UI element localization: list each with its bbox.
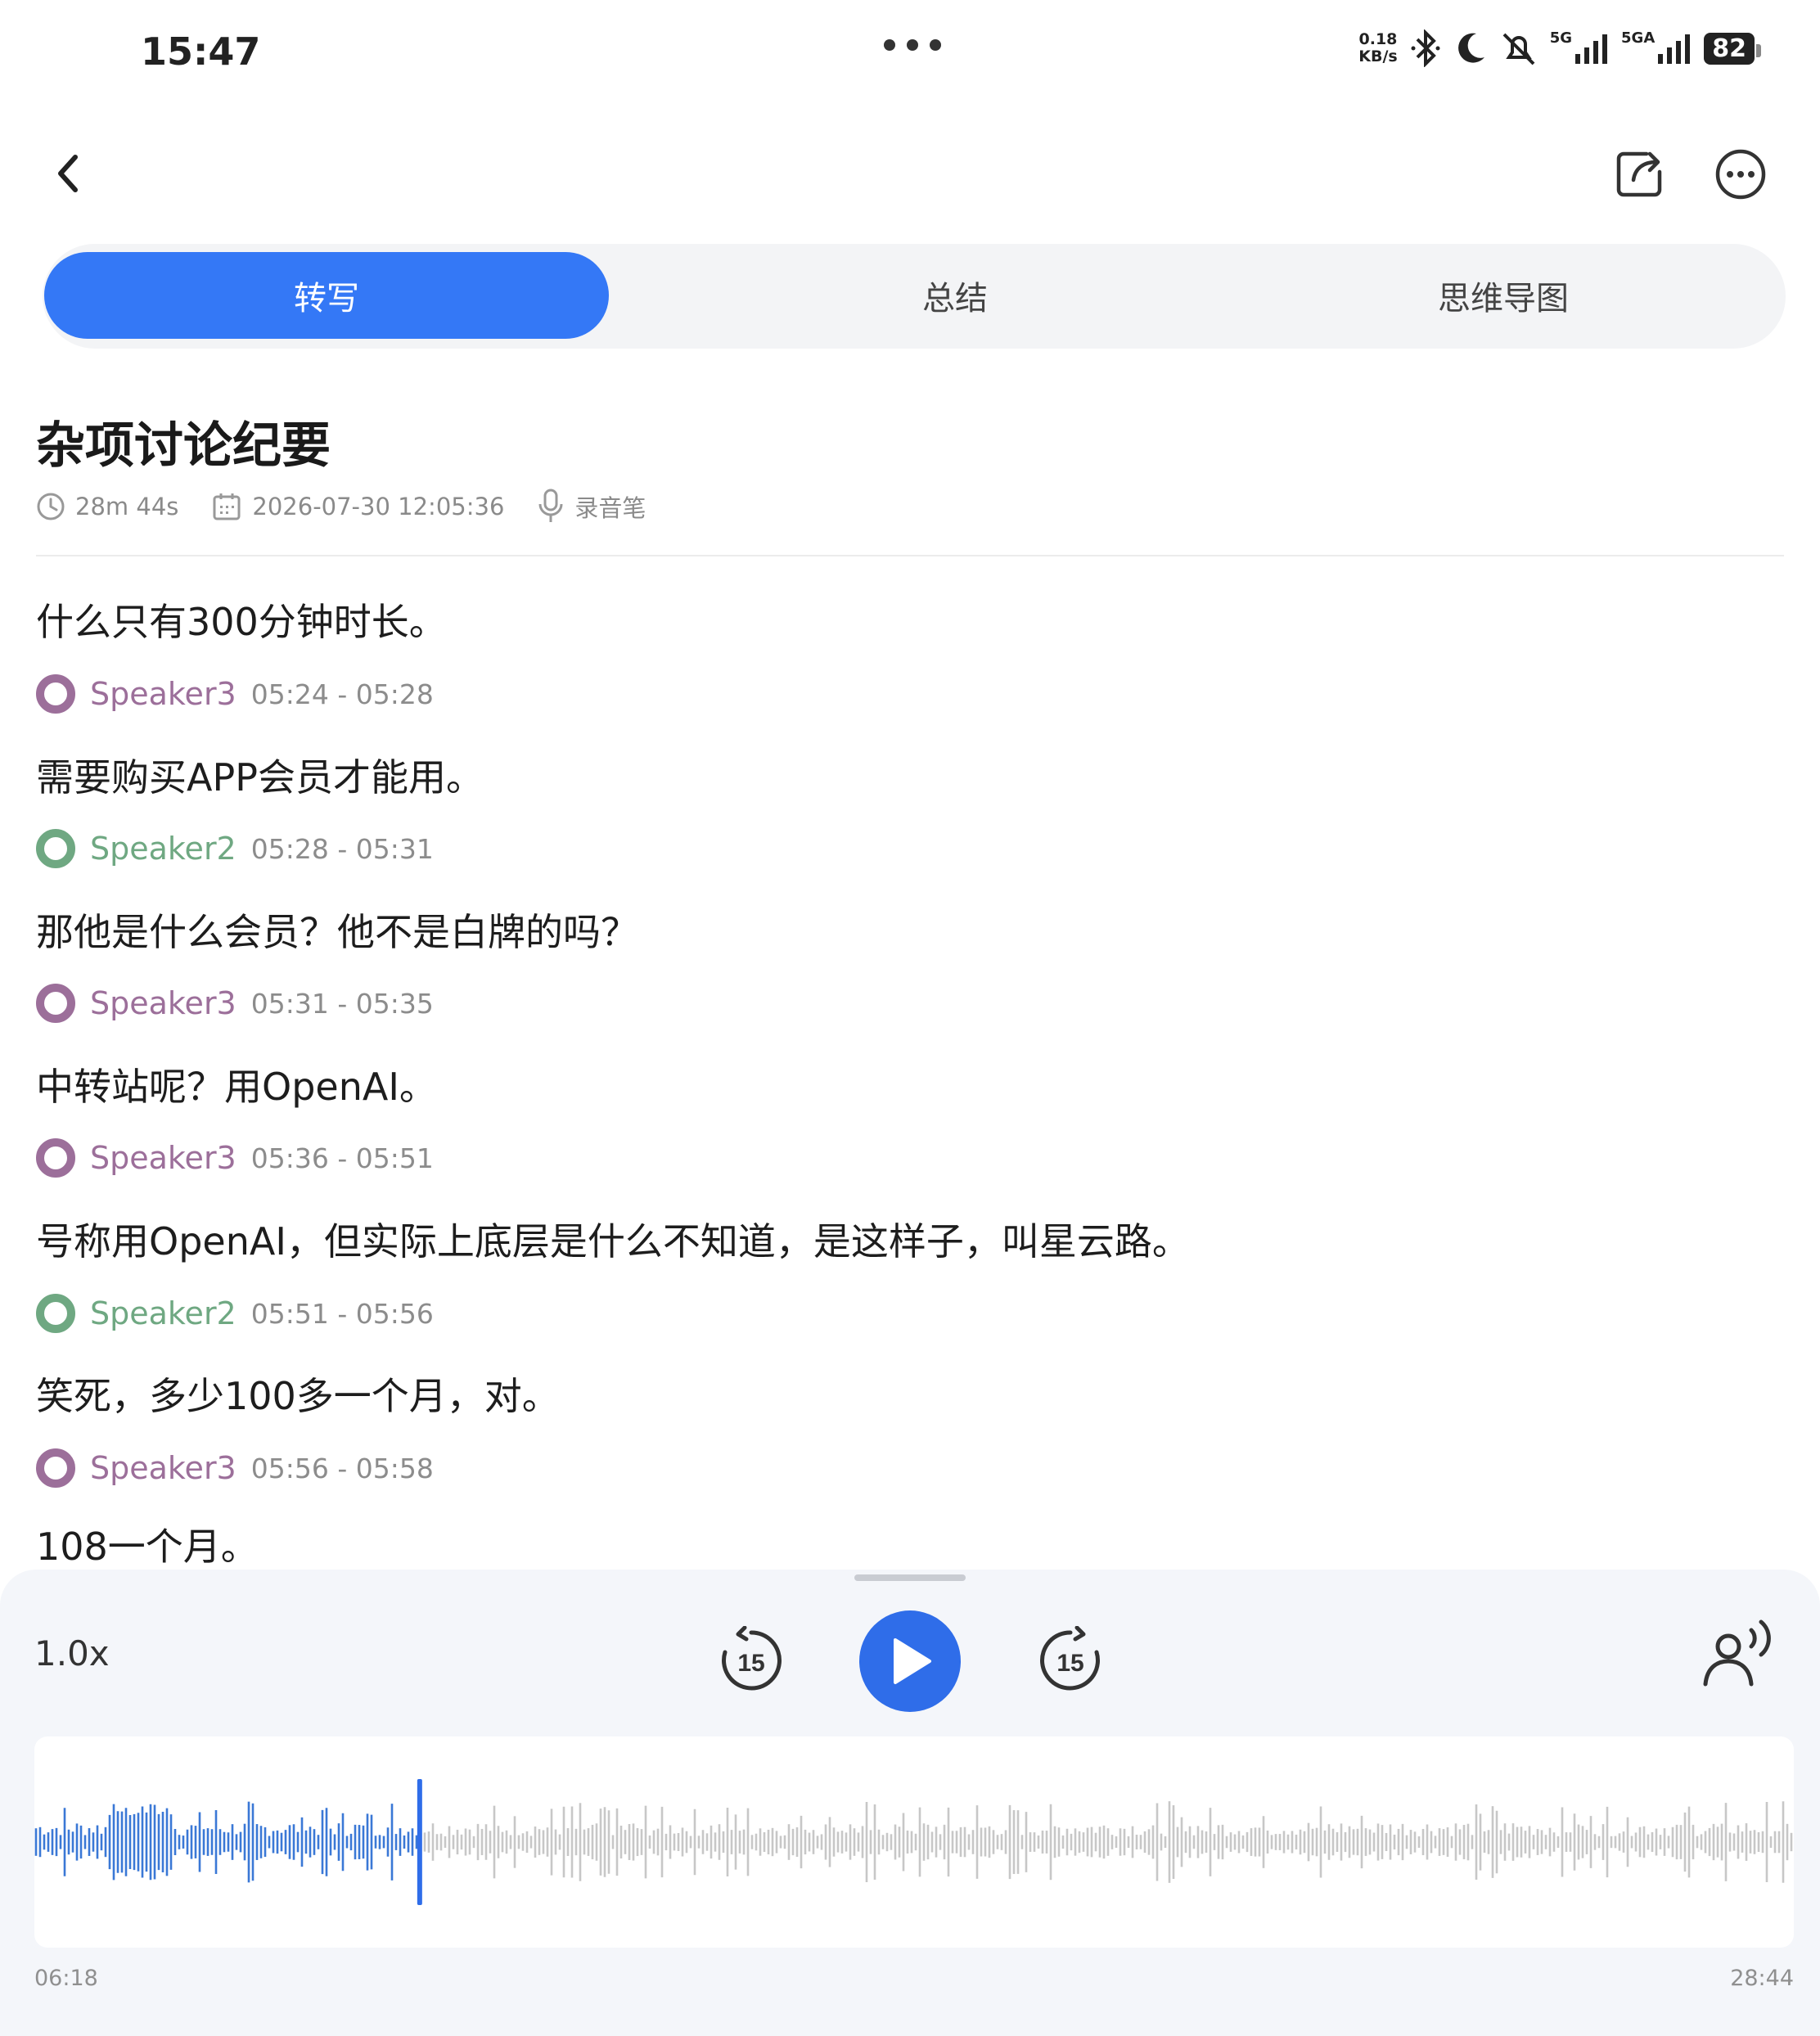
signal-icon: 5G xyxy=(1550,29,1610,67)
tab-summary[interactable]: 总结 xyxy=(673,252,1237,339)
duration-meta: 28m 44s xyxy=(36,492,178,521)
status-icons: 0.18 KB/s 5G 5GA 82 xyxy=(1358,29,1761,67)
source-text: 录音笔 xyxy=(574,494,646,522)
forward-15-button[interactable]: 15 xyxy=(1036,1625,1105,1695)
divider xyxy=(36,555,1784,556)
rewind-15-button[interactable]: 15 xyxy=(717,1625,786,1695)
net-speed: 0.18 KB/s xyxy=(1358,30,1398,65)
datetime-meta: 2026-07-30 12:05:36 xyxy=(211,491,504,522)
clock-icon xyxy=(37,493,65,520)
speaker-row[interactable]: Speaker3 05:24 - 05:28 xyxy=(36,673,434,714)
bell-muted-icon xyxy=(1499,29,1538,67)
waveform-seekbar[interactable] xyxy=(34,1736,1794,1948)
playhead[interactable] xyxy=(417,1779,422,1905)
transcript-line[interactable]: 108一个月。 xyxy=(36,1517,259,1570)
share-icon xyxy=(1616,151,1662,197)
speaker-timestamp: 05:28 - 05:31 xyxy=(250,832,434,865)
drag-handle[interactable] xyxy=(854,1574,966,1581)
total-time: 28:44 xyxy=(1730,1966,1794,1991)
page-title[interactable]: 杂项讨论纪要 xyxy=(36,406,331,477)
back-button[interactable] xyxy=(46,147,92,200)
speaker-name[interactable]: Speaker3 xyxy=(90,1450,237,1486)
tab-mind-map[interactable]: 思维导图 xyxy=(1221,252,1786,339)
speaker-row[interactable]: Speaker2 05:51 - 05:56 xyxy=(36,1293,434,1334)
status-time: 15:47 xyxy=(141,29,261,74)
speaker-name[interactable]: Speaker3 xyxy=(90,985,237,1021)
speaker-ring-icon xyxy=(36,1138,75,1178)
more-options-button[interactable] xyxy=(1714,147,1768,201)
transcript-line[interactable]: 什么只有300分钟时长。 xyxy=(36,592,447,646)
multiwindow-dots-icon[interactable] xyxy=(884,39,941,51)
view-tabs: 转写 总结 思维导图 xyxy=(43,244,1786,349)
chevron-left-icon xyxy=(58,155,78,192)
status-bar: 15:47 0.18 KB/s 5G 5GA 82 xyxy=(0,0,1820,115)
current-time: 06:18 xyxy=(34,1966,98,1991)
speaker-ring-icon xyxy=(36,984,75,1023)
speaker-timestamp: 05:24 - 05:28 xyxy=(250,678,434,710)
duration-text: 28m 44s xyxy=(75,493,179,520)
rewind-icon: 15 xyxy=(722,1625,782,1691)
microphone-icon xyxy=(538,489,563,522)
speaker-ring-icon xyxy=(36,1294,75,1333)
source-meta: 录音笔 xyxy=(537,488,646,525)
signal-icon: 5GA xyxy=(1621,29,1692,67)
fast-forward-icon: 15 xyxy=(1040,1625,1100,1691)
transcript-line[interactable]: 号称用OpenAI，但实际上底层是什么不知道，是这样子，叫星云路。 xyxy=(36,1212,1190,1266)
transcript-line[interactable]: 中转站呢？用OpenAI。 xyxy=(36,1057,437,1111)
speaker-row[interactable]: Speaker3 05:56 - 05:58 xyxy=(36,1448,434,1489)
tab-transcription[interactable]: 转写 xyxy=(44,252,609,339)
calendar-icon xyxy=(213,493,241,520)
play-button[interactable] xyxy=(859,1610,961,1712)
speaker-ring-icon xyxy=(36,829,75,868)
speaker-timestamp: 05:56 - 05:58 xyxy=(250,1452,434,1484)
speaker-name[interactable]: Speaker3 xyxy=(90,676,237,712)
speaker-ring-icon xyxy=(36,674,75,714)
person-voice-icon xyxy=(1703,1619,1771,1687)
speaker-ring-icon xyxy=(36,1448,75,1488)
datetime-text: 2026-07-30 12:05:36 xyxy=(252,493,505,520)
bluetooth-icon xyxy=(1409,29,1442,67)
recording-meta: 28m 44s 2026-07-30 12:05:36 录音笔 xyxy=(36,488,678,525)
svg-text:15: 15 xyxy=(1056,1650,1083,1677)
speaker-row[interactable]: Speaker3 05:36 - 05:51 xyxy=(36,1137,434,1178)
transcript-list[interactable]: 什么只有300分钟时长。 Speaker3 05:24 - 05:28 需要购买… xyxy=(36,565,1784,1570)
speaker-timestamp: 05:36 - 05:51 xyxy=(250,1142,434,1174)
speaker-name[interactable]: Speaker3 xyxy=(90,1140,237,1176)
transcript-line[interactable]: 那他是什么会员？他不是白牌的吗？ xyxy=(36,903,638,957)
more-horizontal-icon xyxy=(1715,149,1766,200)
speaker-timestamp: 05:31 - 05:35 xyxy=(250,987,434,1020)
play-icon xyxy=(894,1638,931,1684)
transcript-line[interactable]: 需要购买APP会员才能用。 xyxy=(36,748,484,802)
speaker-timestamp: 05:51 - 05:56 xyxy=(250,1297,434,1330)
speaker-row[interactable]: Speaker3 05:31 - 05:35 xyxy=(36,983,434,1024)
moon-icon xyxy=(1453,29,1488,67)
battery-icon: 82 xyxy=(1704,32,1761,65)
speaker-name[interactable]: Speaker2 xyxy=(90,831,237,867)
playback-speed-button[interactable]: 1.0x xyxy=(34,1633,110,1673)
transcript-line[interactable]: 笑死，多少100多一个月，对。 xyxy=(36,1367,560,1421)
share-button[interactable] xyxy=(1614,147,1666,200)
svg-text:15: 15 xyxy=(737,1650,764,1677)
speaker-name[interactable]: Speaker2 xyxy=(90,1295,237,1331)
speaker-row[interactable]: Speaker2 05:28 - 05:31 xyxy=(36,828,434,869)
speaker-identify-button[interactable] xyxy=(1701,1617,1781,1687)
